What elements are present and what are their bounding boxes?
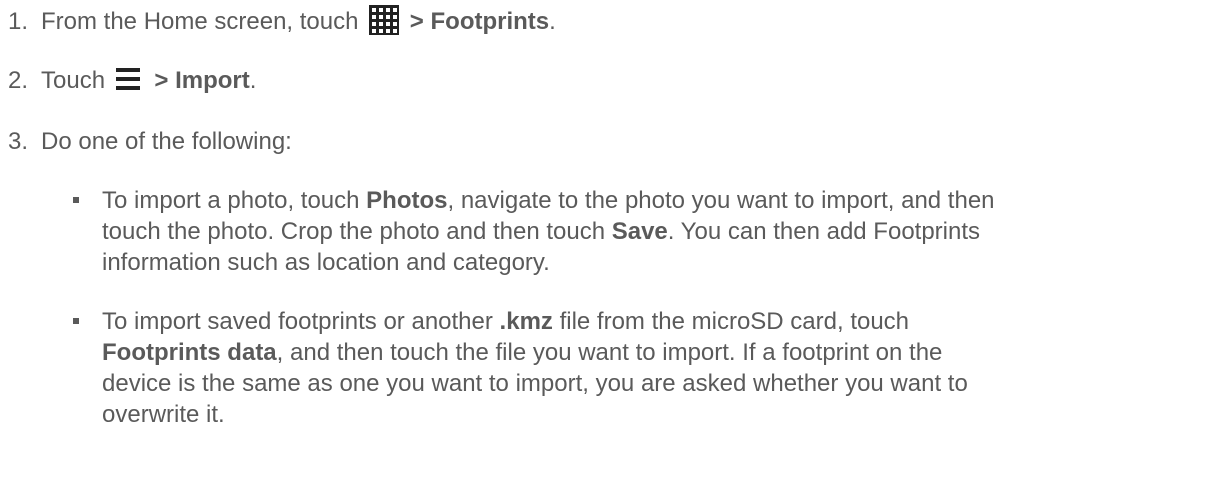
line-text: . You can then add Footprints bbox=[667, 218, 981, 245]
line-text: To import saved footprints or another bbox=[102, 308, 500, 335]
step-number: 1. bbox=[8, 8, 29, 35]
line-text: , navigate to the photo you want to impo… bbox=[447, 187, 995, 214]
step-suffix: . bbox=[249, 67, 257, 94]
line-text: To import a photo, touch bbox=[102, 187, 367, 214]
menu-icon bbox=[115, 67, 140, 90]
line-text: file from the microSD card, touch bbox=[552, 308, 910, 335]
step-bold: > Footprints bbox=[403, 8, 550, 35]
line-bold-text: Save bbox=[611, 218, 668, 245]
step-prefix: Touch bbox=[41, 67, 112, 94]
line-bold-text: Photos bbox=[366, 187, 448, 214]
step-number: 3. bbox=[8, 128, 29, 155]
step-text: From the Home screen, touch > Footprints… bbox=[41, 4, 556, 38]
bullet-marker bbox=[73, 318, 79, 324]
apps-grid-icon bbox=[369, 4, 400, 35]
bullet-line: To import saved footprints or another .k… bbox=[102, 306, 1202, 337]
bullet-line: device is the same as one you want to im… bbox=[102, 368, 1202, 399]
step-text: Touch > Import. bbox=[41, 65, 256, 96]
bullet-marker bbox=[73, 197, 79, 203]
bullet-line: To import a photo, touch Photos, navigat… bbox=[102, 185, 1202, 216]
line-bold-text: Footprints data bbox=[102, 339, 277, 366]
step-number: 2. bbox=[8, 67, 29, 94]
bullet-line: touch the photo. Crop the photo and then… bbox=[102, 216, 1202, 247]
line-text: overwrite it. bbox=[102, 401, 225, 428]
line-text: information such as location and categor… bbox=[102, 249, 550, 276]
step-text: Do one of the following: bbox=[41, 128, 292, 155]
step-prefix: From the Home screen, touch bbox=[41, 8, 366, 35]
line-text: , and then touch the file you want to im… bbox=[276, 339, 943, 366]
line-bold-text: .kmz bbox=[499, 308, 553, 335]
step-bold: > Import bbox=[147, 67, 250, 94]
bullet-paragraph: To import a photo, touch Photos, navigat… bbox=[102, 185, 1202, 278]
line-text: device is the same as one you want to im… bbox=[102, 370, 968, 397]
document-page: 1. From the Home screen, touch > Footpri… bbox=[0, 0, 1210, 494]
bullet-paragraph: To import saved footprints or another .k… bbox=[102, 306, 1202, 430]
bullet-line: information such as location and categor… bbox=[102, 247, 1202, 278]
bullet-line: overwrite it. bbox=[102, 399, 1202, 430]
bullet-line: Footprints data, and then touch the file… bbox=[102, 337, 1202, 368]
line-text: touch the photo. Crop the photo and then… bbox=[102, 218, 612, 245]
step-suffix: . bbox=[549, 8, 556, 35]
